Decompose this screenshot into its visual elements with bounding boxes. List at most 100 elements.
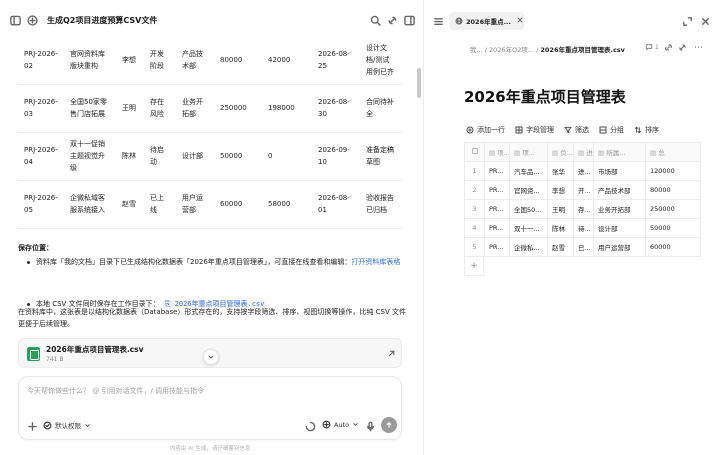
search-icon[interactable]: [370, 15, 381, 26]
table-cell[interactable]: 60000: [645, 237, 701, 257]
table-cell[interactable]: 双十一...: [509, 218, 548, 238]
group-button[interactable]: 分组: [599, 125, 624, 135]
field-type-icon: ▤: [598, 149, 607, 157]
table-cell: 42000: [262, 36, 312, 85]
chat-scrollbar[interactable]: [417, 68, 421, 98]
table-cell[interactable]: 250000: [645, 199, 701, 219]
table-cell[interactable]: PR...: [484, 218, 510, 238]
table-cell: 产品技术部: [176, 36, 214, 85]
table-cell: 250000: [214, 84, 262, 133]
table-row[interactable]: 2 PR... 官网资... 李想 开... 产品技术部 80000: [464, 180, 701, 200]
table-cell[interactable]: 官网资...: [509, 180, 548, 200]
filter-button[interactable]: 筛选: [564, 125, 589, 135]
table-row[interactable]: 5 PR... 企微私... 赵雪 已... 用户运营部 60000: [464, 237, 701, 257]
table-cell[interactable]: 全国50...: [509, 199, 548, 219]
chat-input-box[interactable]: 今天帮你做些什么？ @ 引用对话文件，/ 调用技能与指令 默认权限 Auto: [18, 376, 402, 440]
panel-toggle-icon[interactable]: [404, 15, 415, 26]
document-tab[interactable]: 2026年重点...: [449, 12, 525, 30]
column-header[interactable]: ▤ 所属...: [593, 142, 646, 162]
table-cell[interactable]: 50000: [645, 218, 701, 238]
table-cell[interactable]: PR...: [484, 180, 510, 200]
close-panel-icon[interactable]: [700, 16, 711, 27]
open-database-link[interactable]: 打开资料库表格: [351, 258, 400, 266]
select-all-checkbox[interactable]: [464, 142, 485, 162]
column-header[interactable]: ▤ 项...: [484, 142, 510, 162]
field-type-icon: ▤: [514, 149, 523, 157]
table-cell: 设计部: [176, 132, 214, 181]
share-icon[interactable]: [387, 15, 398, 26]
table-cell[interactable]: 张华: [547, 161, 574, 181]
column-header[interactable]: ▤ 进...: [573, 142, 594, 162]
table-cell: 58000: [262, 180, 312, 229]
column-header-label: 所属...: [606, 149, 626, 157]
sidebar-toggle-icon[interactable]: [10, 15, 21, 26]
sort-label: 排序: [645, 126, 659, 134]
field-type-icon: ▤: [650, 149, 659, 157]
add-attachment-icon[interactable]: [27, 421, 38, 432]
table-cell[interactable]: 120000: [645, 161, 701, 181]
row-number: 3: [464, 199, 485, 219]
table-cell[interactable]: PR...: [484, 161, 510, 181]
ai-disclaimer: 内容由 AI 生成，请仔细鉴别信息: [170, 446, 251, 452]
column-header[interactable]: ▤ 负...: [547, 142, 574, 162]
plus-circle-icon: [466, 126, 474, 134]
chat-topbar: 生成Q2项目进度预算CSV文件: [0, 0, 423, 40]
close-tab-icon[interactable]: [516, 16, 524, 24]
table-cell[interactable]: 产品技术部: [593, 180, 646, 200]
sort-button[interactable]: 排序: [634, 125, 659, 135]
column-header[interactable]: ▤ 总: [645, 142, 701, 162]
more-icon[interactable]: ⋯: [694, 43, 703, 53]
microphone-icon[interactable]: [365, 421, 376, 432]
table-cell[interactable]: 王明: [547, 199, 574, 219]
table-cell[interactable]: PR...: [484, 237, 510, 257]
table-cell[interactable]: 进...: [573, 161, 594, 181]
table-row[interactable]: 4 PR... 双十一... 陈林 待... 设计部 50000: [464, 218, 701, 238]
share-icon[interactable]: [678, 43, 687, 52]
table-cell[interactable]: 设计部: [593, 218, 646, 238]
table-cell[interactable]: 业务开拓部: [593, 199, 646, 219]
model-selector[interactable]: Auto: [322, 420, 359, 429]
table-cell[interactable]: 80000: [645, 180, 701, 200]
chevron-down-icon: [207, 353, 215, 361]
table-cell: 2026-09-10: [312, 132, 360, 181]
send-button[interactable]: [381, 417, 397, 433]
table-cell[interactable]: 赵雪: [547, 237, 574, 257]
table-cell[interactable]: 开...: [573, 180, 594, 200]
table-cell[interactable]: 汽车品...: [509, 161, 548, 181]
permission-dropdown[interactable]: 默认权限: [43, 420, 91, 430]
table-cell: 开发阶段: [144, 36, 176, 85]
scroll-down-button[interactable]: [203, 349, 219, 365]
add-row-label: 添加一行: [477, 126, 505, 134]
chat-input-placeholder[interactable]: 今天帮你做些什么？ @ 引用对话文件，/ 调用技能与指令: [27, 386, 204, 396]
table-cell[interactable]: 待...: [573, 218, 594, 238]
link-icon[interactable]: [664, 43, 673, 52]
table-cell[interactable]: 存...: [573, 199, 594, 219]
expand-icon[interactable]: [682, 16, 693, 27]
table-cell[interactable]: 用户运营部: [593, 237, 646, 257]
menu-icon[interactable]: [433, 16, 444, 27]
table-cell[interactable]: PR...: [484, 199, 510, 219]
field-manage-label: 字段管理: [526, 126, 554, 134]
new-chat-icon[interactable]: [27, 15, 38, 26]
bullet-database-text: 资料库「我的文档」目录下已生成结构化数据表「2026年重点项目管理表」，可直接在…: [36, 258, 352, 266]
column-header[interactable]: ▤ 项...: [509, 142, 548, 162]
table-row[interactable]: 3 PR... 全国50... 王明 存... 业务开拓部 250000: [464, 199, 701, 219]
comment-icon[interactable]: 1: [645, 43, 659, 51]
field-manage-button[interactable]: 字段管理: [515, 125, 554, 135]
table-cell: 双十一促销主题视觉升级: [64, 132, 116, 181]
table-cell[interactable]: 市场部: [593, 161, 646, 181]
model-label: Auto: [334, 420, 350, 429]
table-cell[interactable]: 企微私...: [509, 237, 548, 257]
breadcrumb-item[interactable]: 2026年Q2项...: [489, 46, 534, 54]
open-external-icon[interactable]: [387, 349, 396, 358]
add-row-plus-button[interactable]: +: [464, 257, 484, 276]
table-cell[interactable]: 已...: [573, 237, 594, 257]
add-row-button[interactable]: 添加一行: [466, 125, 505, 135]
save-heading: 保存位置：: [18, 244, 53, 252]
breadcrumb-item[interactable]: 我...: [470, 46, 483, 54]
table-cell: PRJ-2026-03: [18, 84, 64, 133]
table-row[interactable]: 1 PR... 汽车品... 张华 进... 市场部 120000: [464, 161, 701, 181]
table-cell[interactable]: 陈林: [547, 218, 574, 238]
table-cell[interactable]: 李想: [547, 180, 574, 200]
chevron-down-icon: [85, 423, 90, 427]
